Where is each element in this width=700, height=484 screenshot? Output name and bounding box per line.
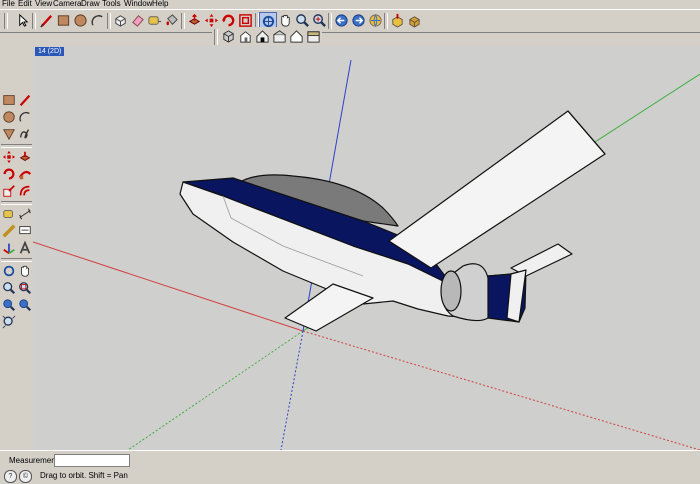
circle-icon[interactable] [1, 109, 16, 124]
arc-icon[interactable] [89, 12, 105, 28]
zoom-icon[interactable] [294, 12, 310, 28]
select-icon[interactable] [15, 12, 31, 28]
blue-axis-negative [280, 330, 304, 450]
push-pull-icon[interactable] [17, 149, 32, 164]
component-browser-icon[interactable] [406, 12, 422, 28]
status-bar: Measurements ? © Drag to orbit. Shift = … [0, 450, 700, 484]
measurements-input[interactable] [54, 454, 130, 467]
engine-intake [440, 270, 462, 312]
zoom-icon[interactable] [1, 280, 16, 295]
front-view-icon[interactable] [254, 28, 270, 44]
status-hint: Drag to orbit. Shift = Pan [40, 471, 128, 480]
get-models-icon[interactable] [367, 12, 383, 28]
model-canvas[interactable] [33, 46, 700, 450]
iso-view-icon[interactable] [220, 28, 236, 44]
previous-view-icon[interactable] [333, 12, 349, 28]
rectangle-icon[interactable] [55, 12, 71, 28]
follow-me-icon[interactable] [17, 166, 32, 181]
red-axis-negative [302, 330, 700, 450]
menu-help[interactable]: Help [152, 0, 168, 9]
previous-view-icon[interactable] [1, 297, 16, 312]
menu-file[interactable]: File [2, 0, 15, 9]
left-view-icon[interactable] [305, 28, 321, 44]
top-view-icon[interactable] [237, 28, 253, 44]
green-axis-negative [127, 330, 304, 450]
right-view-icon[interactable] [271, 28, 287, 44]
pan-icon[interactable] [17, 263, 32, 278]
menu-edit[interactable]: Edit [18, 0, 32, 9]
menu-view[interactable]: View [35, 0, 52, 9]
next-view-icon[interactable] [17, 297, 32, 312]
zoom-extents-icon[interactable] [311, 12, 327, 28]
left-tool-palette [0, 89, 33, 449]
rectangle-icon[interactable] [1, 92, 16, 107]
3d-text-icon[interactable] [17, 240, 32, 255]
pan-icon[interactable] [277, 12, 293, 28]
rotate-icon[interactable] [220, 12, 236, 28]
line-icon[interactable] [38, 12, 54, 28]
menu-tools[interactable]: Tools [102, 0, 121, 9]
credits-icon[interactable]: © [19, 470, 32, 483]
scale-icon[interactable] [1, 183, 16, 198]
right-wing [388, 110, 606, 269]
text-icon[interactable] [17, 223, 32, 238]
model-viewport[interactable]: 14 (2D) [33, 46, 700, 450]
move-icon[interactable] [203, 12, 219, 28]
airplane-model[interactable] [179, 110, 606, 332]
menu-bar: File Edit View Camera Draw Tools Window … [0, 0, 700, 9]
menu-window[interactable]: Window [124, 0, 152, 9]
circle-icon[interactable] [72, 12, 88, 28]
offset-icon[interactable] [17, 183, 32, 198]
move-icon[interactable] [1, 149, 16, 164]
rotate-icon[interactable] [1, 166, 16, 181]
tape-measure-icon[interactable] [146, 12, 162, 28]
make-component-icon[interactable] [112, 12, 128, 28]
paint-bucket-icon[interactable] [163, 12, 179, 28]
push-pull-icon[interactable] [186, 12, 202, 28]
freehand-icon[interactable] [17, 126, 32, 141]
orbit-icon[interactable] [1, 263, 16, 278]
menu-camera[interactable]: Camera [53, 0, 81, 9]
arc-icon[interactable] [17, 109, 32, 124]
axes-icon[interactable] [1, 240, 16, 255]
eraser-icon[interactable] [129, 12, 145, 28]
views-toolbar [212, 27, 322, 46]
share-model-icon[interactable] [389, 12, 405, 28]
zoom-extents-icon[interactable] [1, 314, 16, 329]
line-icon[interactable] [17, 92, 32, 107]
back-view-icon[interactable] [288, 28, 304, 44]
menu-draw[interactable]: Draw [81, 0, 100, 9]
dimension-icon[interactable] [17, 206, 32, 221]
protractor-icon[interactable] [1, 223, 16, 238]
main-toolbar [0, 9, 700, 33]
tape-measure-icon[interactable] [1, 206, 16, 221]
zoom-window-icon[interactable] [17, 280, 32, 295]
offset-icon[interactable] [237, 12, 253, 28]
geo-location-icon[interactable]: ? [4, 470, 17, 483]
polygon-icon[interactable] [1, 126, 16, 141]
next-view-icon[interactable] [350, 12, 366, 28]
